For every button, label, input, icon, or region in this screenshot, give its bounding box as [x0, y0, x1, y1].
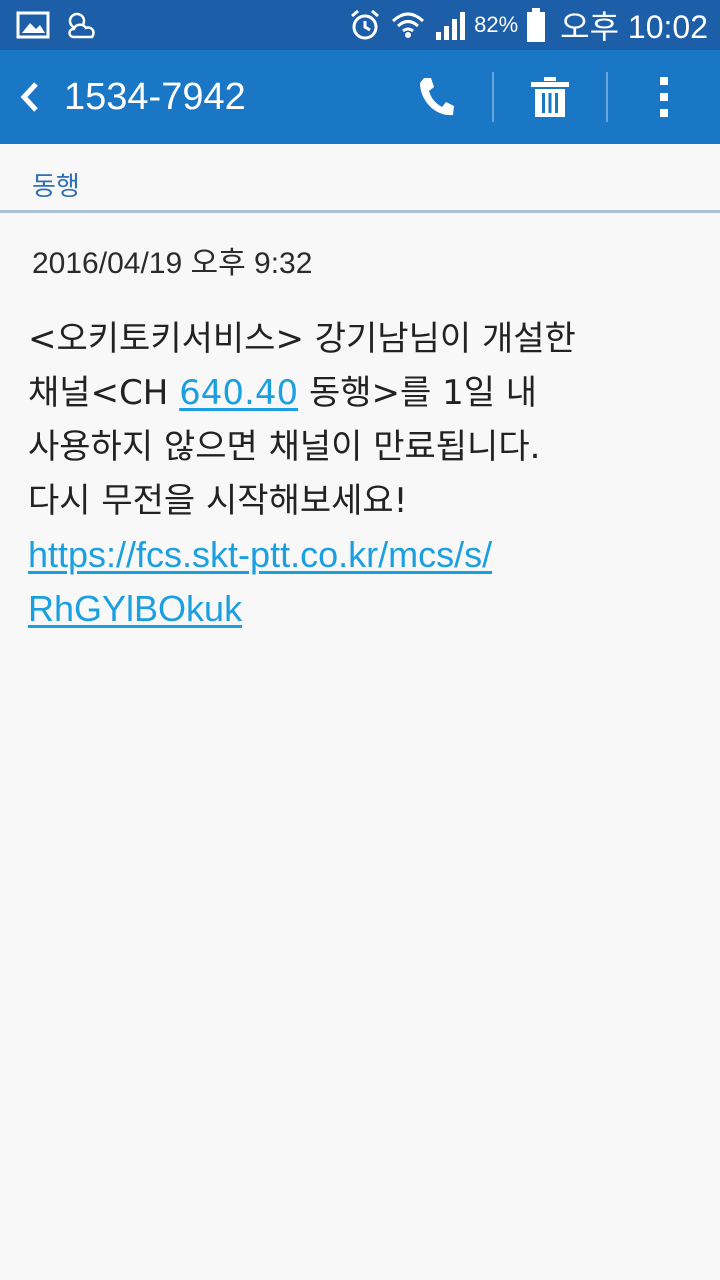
wifi-icon — [390, 9, 426, 41]
message-line: <오키토키서비스> 강기남님이 개설한 — [28, 319, 576, 359]
url-link[interactable]: https://fcs.skt-ptt.co.kr/mcs/s/ RhGYlBO… — [28, 528, 698, 636]
message-line: 사용하지 않으면 채널이 만료됩니다. — [28, 427, 541, 467]
back-icon — [20, 82, 38, 112]
delete-button[interactable] — [520, 72, 580, 122]
weather-icon — [64, 9, 100, 41]
trash-icon — [531, 77, 569, 117]
status-right-icons: 82% 오후 10:02 — [348, 0, 708, 50]
back-button[interactable] — [10, 72, 50, 122]
message-text: 채널<CH — [28, 373, 180, 413]
conversation-subject: 동행 — [32, 172, 80, 202]
action-divider — [492, 72, 494, 122]
alarm-icon — [348, 8, 382, 42]
channel-link[interactable]: 640.40 — [179, 373, 298, 413]
message-line: 다시 무전을 시작해보세요! — [28, 481, 408, 521]
gallery-icon — [16, 11, 50, 39]
more-options-button[interactable] — [634, 72, 694, 122]
url-link-part[interactable]: https://fcs.skt-ptt.co.kr/mcs/s/ — [28, 534, 492, 575]
subject-bar: 동행 — [0, 144, 720, 212]
battery-icon — [526, 8, 546, 42]
more-vert-icon — [660, 77, 668, 117]
message-text: 동행>를 1일 내 — [298, 373, 538, 413]
message-body: <오키토키서비스> 강기남님이 개설한 채널<CH 640.40 동행>를 1일… — [28, 312, 698, 636]
signal-icon — [434, 10, 466, 40]
action-bar: 1534-7942 — [0, 50, 720, 144]
status-left-icons — [16, 6, 100, 44]
phone-icon — [420, 78, 454, 116]
status-bar: 82% 오후 10:02 — [0, 0, 720, 50]
contact-number: 1534-7942 — [64, 76, 246, 118]
url-link-part[interactable]: RhGYlBOkuk — [28, 588, 242, 629]
message-timestamp: 2016/04/19 오후 9:32 — [32, 247, 313, 280]
action-divider — [606, 72, 608, 122]
status-time: 오후 10:02 — [560, 9, 708, 45]
call-button[interactable] — [406, 72, 466, 122]
subject-divider — [0, 210, 720, 213]
battery-percent: 82% — [474, 12, 519, 37]
message-line: 채널<CH 640.40 동행>를 1일 내 — [28, 366, 698, 420]
